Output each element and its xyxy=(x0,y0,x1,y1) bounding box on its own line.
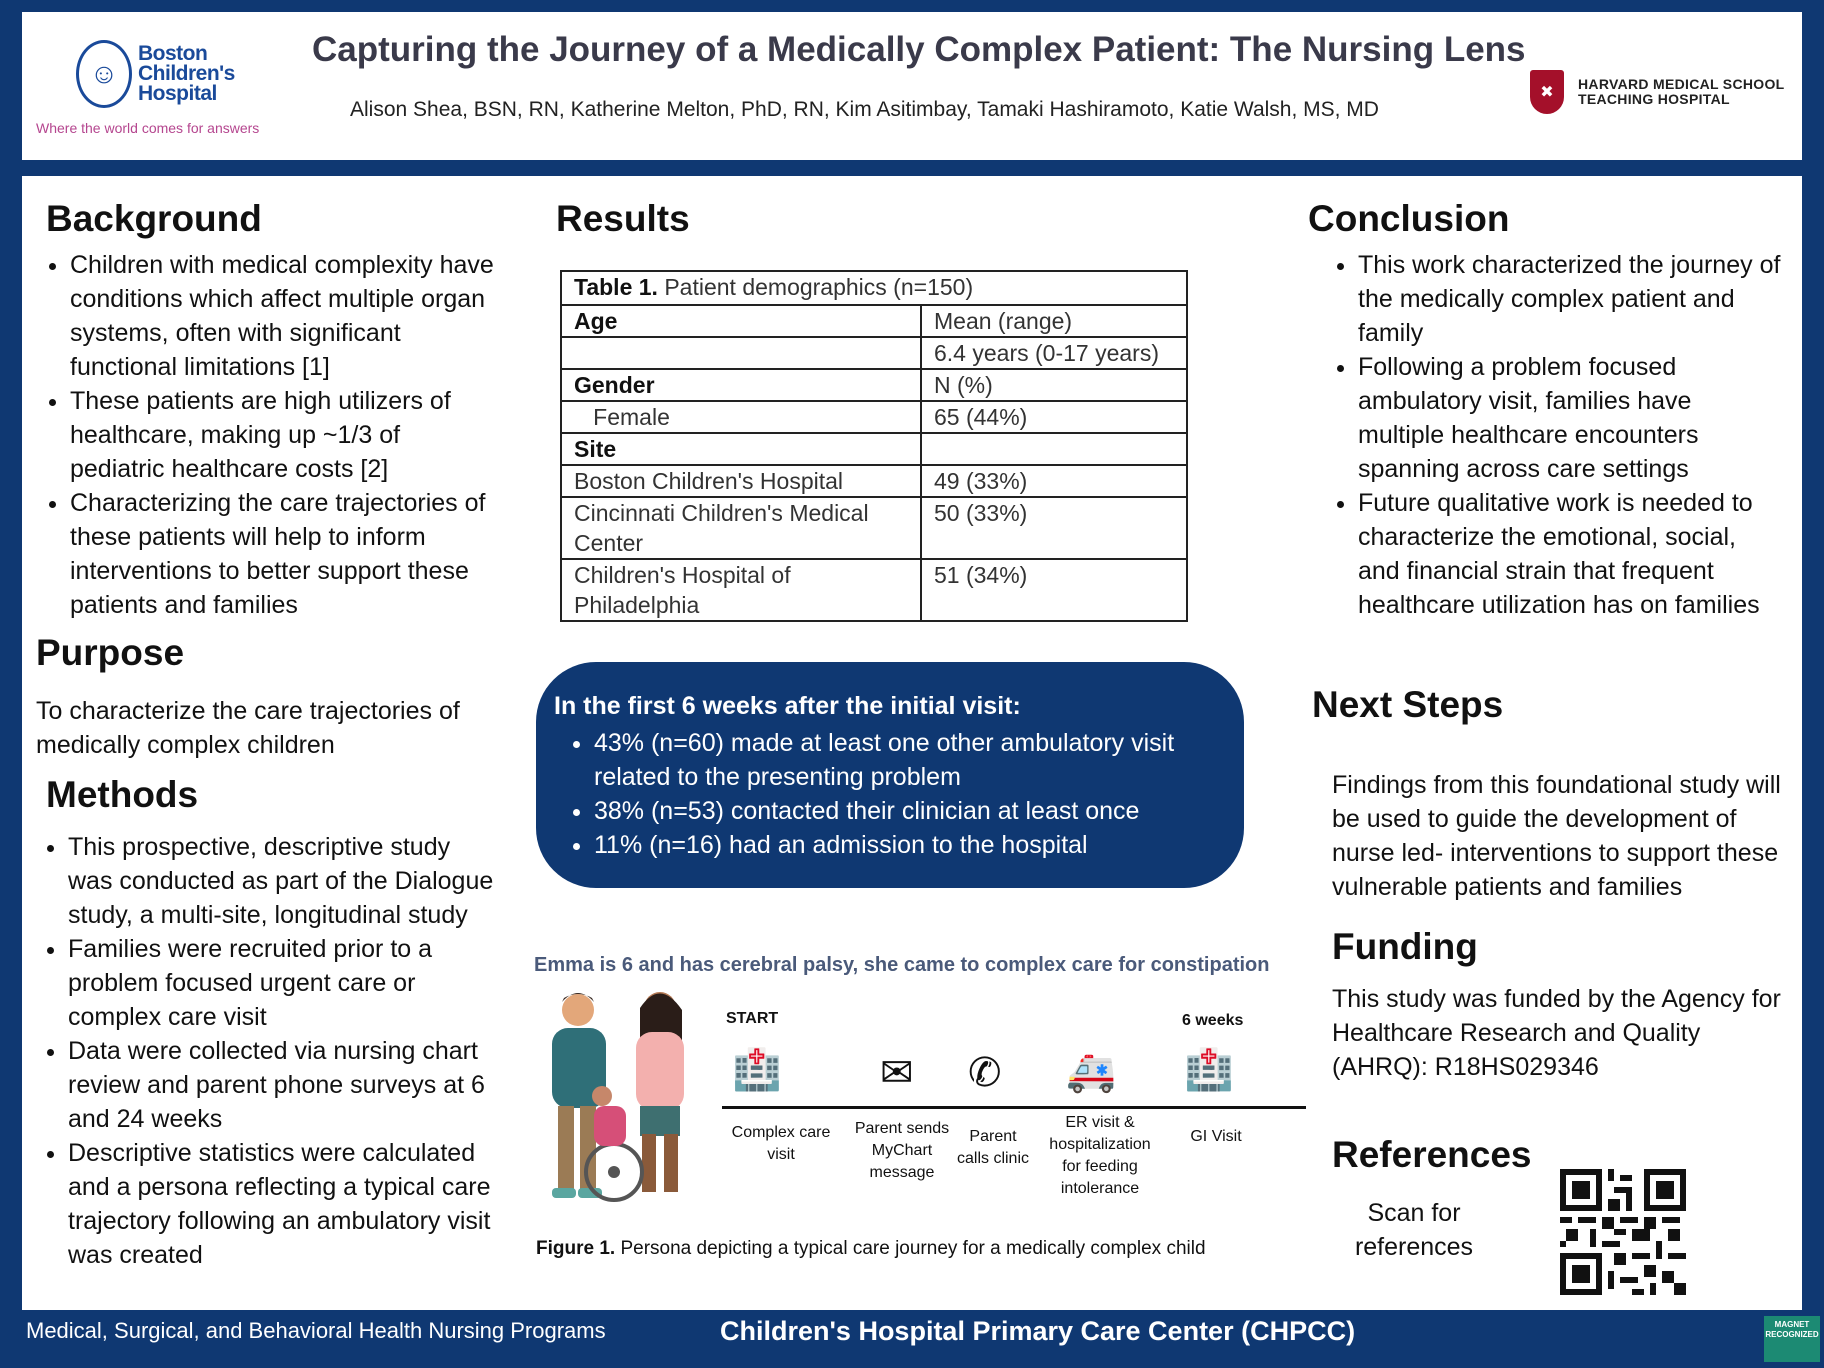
list-item: Following a problem focused ambulatory v… xyxy=(1358,350,1784,486)
figure-caption-label: Figure 1. xyxy=(536,1238,616,1259)
table-row: Age Mean (range) xyxy=(560,304,1188,338)
references-text: Scan for references xyxy=(1354,1199,1474,1261)
author-list: Alison Shea, BSN, RN, Katherine Melton, … xyxy=(350,98,1379,121)
poster-title: Capturing the Journey of a Medically Com… xyxy=(312,30,1526,69)
timeline-start-label: START xyxy=(726,1010,779,1027)
background-list: Children with medical complexity have co… xyxy=(36,248,496,622)
table-cell: Mean (range) xyxy=(920,304,1188,338)
methods-section: This prospective, descriptive study was … xyxy=(34,830,494,1272)
list-item: This work characterized the journey of t… xyxy=(1358,248,1784,350)
figure-caption-text: Persona depicting a typical care journey… xyxy=(615,1238,1206,1259)
harvard-shield-icon: ✖ xyxy=(1530,70,1564,114)
key-findings-heading: In the first 6 weeks after the initial v… xyxy=(554,692,1021,720)
conclusion-heading: Conclusion xyxy=(1308,198,1510,239)
funding-heading: Funding xyxy=(1332,926,1478,967)
footer-center-text: Children's Hospital Primary Care Center … xyxy=(720,1316,1356,1346)
family-illustration xyxy=(552,992,684,1202)
persona-caption: Emma is 6 and has cerebral palsy, she ca… xyxy=(534,954,1270,976)
references-heading: References xyxy=(1332,1134,1532,1175)
funding-text: This study was funded by the Agency for … xyxy=(1332,985,1781,1081)
methods-list: This prospective, descriptive study was … xyxy=(34,830,494,1272)
list-item: These patients are high utilizers of hea… xyxy=(70,384,496,486)
results-heading: Results xyxy=(556,198,690,239)
table-row: Boston Children's Hospital 49 (33%) xyxy=(560,464,1188,498)
list-item: Descriptive statistics were calculated a… xyxy=(68,1136,494,1272)
timeline-step-label: Parent sends MyChart message xyxy=(854,1120,950,1181)
table-cell: 49 (33%) xyxy=(920,464,1188,498)
bch-logo-line1: Boston xyxy=(138,42,208,65)
table-row: Cincinnati Children's Medical Center 50 … xyxy=(560,496,1188,560)
list-item: This prospective, descriptive study was … xyxy=(68,830,494,932)
purpose-text: To characterize the care trajectories of… xyxy=(36,697,460,759)
list-item: Families were recruited prior to a probl… xyxy=(68,932,494,1034)
table-cell: N (%) xyxy=(920,368,1188,402)
table-cell: Children's Hospital of Philadelphia xyxy=(560,558,922,622)
conclusion-list: This work characterized the journey of t… xyxy=(1324,248,1784,622)
table-cell: Gender xyxy=(560,368,922,402)
background-heading: Background xyxy=(46,198,262,239)
table-caption-row: Table 1. Patient demographics (n=150) xyxy=(560,270,1188,306)
care-timeline xyxy=(722,1106,1306,1109)
list-item: Future qualitative work is needed to cha… xyxy=(1358,486,1784,622)
table-caption-label: Table 1. xyxy=(574,274,658,300)
background-section: Children with medical complexity have co… xyxy=(36,248,496,622)
list-item: 11% (n=16) had an admission to the hospi… xyxy=(594,828,1234,862)
bch-tagline: Where the world comes for answers xyxy=(36,120,260,136)
ambulance-icon: 🚑 xyxy=(1066,1050,1116,1094)
harvard-logo: ✖ HARVARD MEDICAL SCHOOL TEACHING HOSPIT… xyxy=(1530,70,1785,114)
timeline-step-label: ER visit & hospitalization for feeding i… xyxy=(1049,1114,1151,1197)
table-cell: Cincinnati Children's Medical Center xyxy=(560,496,922,560)
hospital-icon: 🏥 xyxy=(732,1048,782,1092)
table-row: Gender N (%) xyxy=(560,368,1188,402)
phone-icon: ✆ xyxy=(968,1051,1002,1095)
table-cell: Female xyxy=(560,400,922,434)
table-row: 6.4 years (0-17 years) xyxy=(560,336,1188,370)
harvard-logo-line1: HARVARD MEDICAL SCHOOL xyxy=(1578,76,1785,92)
list-item: Children with medical complexity have co… xyxy=(70,248,496,384)
next-steps-text: Findings from this foundational study wi… xyxy=(1332,771,1781,901)
figure-caption: Figure 1. Persona depicting a typical ca… xyxy=(536,1238,1206,1260)
boston-childrens-logo: ☺ Boston Children's Hospital xyxy=(76,40,235,108)
key-findings-list: 43% (n=60) made at least one other ambul… xyxy=(554,726,1234,862)
table-cell: 50 (33%) xyxy=(920,496,1188,560)
table-row: Children's Hospital of Philadelphia 51 (… xyxy=(560,558,1188,622)
hospital-icon: 🏥 xyxy=(1184,1048,1234,1092)
bch-logo-line3: Hospital xyxy=(138,82,217,105)
footer-left-text: Medical, Surgical, and Behavioral Health… xyxy=(26,1318,606,1343)
header-divider xyxy=(22,160,1802,176)
list-item: Data were collected via nursing chart re… xyxy=(68,1034,494,1136)
bch-logo-line2: Children's xyxy=(138,62,235,85)
timeline-step-label: Complex care visit xyxy=(731,1124,831,1163)
table-caption: Patient demographics (n=150) xyxy=(657,274,974,300)
list-item: Characterizing the care trajectories of … xyxy=(70,486,496,622)
bch-emblem-icon: ☺ xyxy=(76,40,132,108)
harvard-logo-line2: TEACHING HOSPITAL xyxy=(1578,91,1730,107)
methods-heading: Methods xyxy=(46,774,199,815)
table-cell: 6.4 years (0-17 years) xyxy=(920,336,1188,370)
purpose-heading: Purpose xyxy=(36,632,185,673)
timeline-end-label: 6 weeks xyxy=(1182,1012,1244,1029)
table-cell: Site xyxy=(560,432,922,466)
table-cell: Age xyxy=(560,304,922,338)
timeline-step-label: Parent calls clinic xyxy=(956,1128,1029,1167)
list-item: 38% (n=53) contacted their clinician at … xyxy=(594,794,1234,828)
table-cell: Boston Children's Hospital xyxy=(560,464,922,498)
next-steps-heading: Next Steps xyxy=(1312,684,1504,725)
table-row: Female 65 (44%) xyxy=(560,400,1188,434)
timeline-step-label: GI Visit xyxy=(1190,1128,1242,1145)
list-item: 43% (n=60) made at least one other ambul… xyxy=(594,726,1234,794)
envelope-icon: ✉ xyxy=(880,1051,914,1095)
table-row: Site xyxy=(560,432,1188,466)
demographics-table: Table 1. Patient demographics (n=150) Ag… xyxy=(560,270,1188,622)
conclusion-section: This work characterized the journey of t… xyxy=(1324,248,1784,622)
table-cell xyxy=(920,432,1188,466)
table-cell: 65 (44%) xyxy=(920,400,1188,434)
table-cell xyxy=(560,336,922,370)
magnet-badge: MAGNET RECOGNIZED xyxy=(1764,1316,1820,1362)
qr-code[interactable] xyxy=(1560,1168,1686,1296)
key-findings-box: In the first 6 weeks after the initial v… xyxy=(536,662,1244,888)
table-cell: 51 (34%) xyxy=(920,558,1188,622)
